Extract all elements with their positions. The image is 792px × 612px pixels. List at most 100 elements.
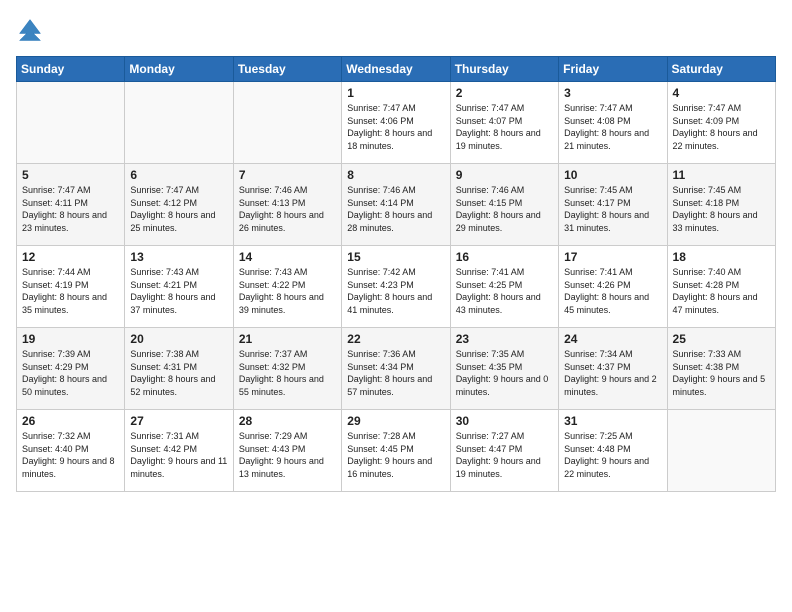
day-number: 30: [456, 414, 553, 428]
day-info: Sunrise: 7:47 AM Sunset: 4:07 PM Dayligh…: [456, 102, 553, 152]
calendar-day-header: Sunday: [17, 57, 125, 82]
calendar-cell: 15 Sunrise: 7:42 AM Sunset: 4:23 PM Dayli…: [342, 246, 450, 328]
day-number: 27: [130, 414, 227, 428]
calendar-day-header: Saturday: [667, 57, 775, 82]
calendar-cell: 8 Sunrise: 7:46 AM Sunset: 4:14 PM Daylig…: [342, 164, 450, 246]
calendar-cell: 12 Sunrise: 7:44 AM Sunset: 4:19 PM Dayli…: [17, 246, 125, 328]
calendar-cell: 18 Sunrise: 7:40 AM Sunset: 4:28 PM Dayli…: [667, 246, 775, 328]
day-info: Sunrise: 7:42 AM Sunset: 4:23 PM Dayligh…: [347, 266, 444, 316]
logo: [16, 16, 48, 44]
day-number: 24: [564, 332, 661, 346]
calendar-cell: 20 Sunrise: 7:38 AM Sunset: 4:31 PM Dayli…: [125, 328, 233, 410]
day-info: Sunrise: 7:31 AM Sunset: 4:42 PM Dayligh…: [130, 430, 227, 480]
calendar-cell: 4 Sunrise: 7:47 AM Sunset: 4:09 PM Daylig…: [667, 82, 775, 164]
day-info: Sunrise: 7:37 AM Sunset: 4:32 PM Dayligh…: [239, 348, 336, 398]
calendar-cell: 27 Sunrise: 7:31 AM Sunset: 4:42 PM Dayli…: [125, 410, 233, 492]
calendar-cell: 26 Sunrise: 7:32 AM Sunset: 4:40 PM Dayli…: [17, 410, 125, 492]
calendar-cell: 28Sunrise: 7:29 AM Sunset: 4:43 PM Dayli…: [233, 410, 341, 492]
day-info: Sunrise: 7:47 AM Sunset: 4:08 PM Dayligh…: [564, 102, 661, 152]
day-number: 20: [130, 332, 227, 346]
day-info: Sunrise: 7:47 AM Sunset: 4:09 PM Dayligh…: [673, 102, 770, 152]
day-info: Sunrise: 7:47 AM Sunset: 4:12 PM Dayligh…: [130, 184, 227, 234]
day-info: Sunrise: 7:40 AM Sunset: 4:28 PM Dayligh…: [673, 266, 770, 316]
calendar-cell: 5 Sunrise: 7:47 AM Sunset: 4:11 PM Daylig…: [17, 164, 125, 246]
day-number: 13: [130, 250, 227, 264]
day-info: Sunrise: 7:46 AM Sunset: 4:14 PM Dayligh…: [347, 184, 444, 234]
day-number: 22: [347, 332, 444, 346]
day-number: 29: [347, 414, 444, 428]
calendar-day-header: Tuesday: [233, 57, 341, 82]
calendar-cell: 23 Sunrise: 7:35 AM Sunset: 4:35 PM Dayli…: [450, 328, 558, 410]
calendar-cell: [233, 82, 341, 164]
day-info: Sunrise: 7:41 AM Sunset: 4:25 PM Dayligh…: [456, 266, 553, 316]
calendar-cell: 10Sunrise: 7:45 AM Sunset: 4:17 PM Dayli…: [559, 164, 667, 246]
calendar-cell: 11Sunrise: 7:45 AM Sunset: 4:18 PM Dayli…: [667, 164, 775, 246]
calendar-cell: 19Sunrise: 7:39 AM Sunset: 4:29 PM Dayli…: [17, 328, 125, 410]
day-info: Sunrise: 7:35 AM Sunset: 4:35 PM Dayligh…: [456, 348, 553, 398]
day-info: Sunrise: 7:46 AM Sunset: 4:15 PM Dayligh…: [456, 184, 553, 234]
day-info: Sunrise: 7:46 AM Sunset: 4:13 PM Dayligh…: [239, 184, 336, 234]
day-number: 21: [239, 332, 336, 346]
calendar-cell: 1 Sunrise: 7:47 AM Sunset: 4:06 PM Daylig…: [342, 82, 450, 164]
calendar-cell: 14 Sunrise: 7:43 AM Sunset: 4:22 PM Dayli…: [233, 246, 341, 328]
calendar-table: SundayMondayTuesdayWednesdayThursdayFrid…: [16, 56, 776, 492]
calendar-cell: 3 Sunrise: 7:47 AM Sunset: 4:08 PM Daylig…: [559, 82, 667, 164]
calendar-week-row: 5 Sunrise: 7:47 AM Sunset: 4:11 PM Daylig…: [17, 164, 776, 246]
day-number: 14: [239, 250, 336, 264]
calendar-cell: 21 Sunrise: 7:37 AM Sunset: 4:32 PM Dayli…: [233, 328, 341, 410]
calendar-cell: 17 Sunrise: 7:41 AM Sunset: 4:26 PM Dayli…: [559, 246, 667, 328]
day-number: 28: [239, 414, 336, 428]
day-info: Sunrise: 7:36 AM Sunset: 4:34 PM Dayligh…: [347, 348, 444, 398]
calendar-week-row: 1 Sunrise: 7:47 AM Sunset: 4:06 PM Daylig…: [17, 82, 776, 164]
day-number: 3: [564, 86, 661, 100]
calendar-cell: 16Sunrise: 7:41 AM Sunset: 4:25 PM Dayli…: [450, 246, 558, 328]
day-number: 18: [673, 250, 770, 264]
day-number: 7: [239, 168, 336, 182]
day-info: Sunrise: 7:41 AM Sunset: 4:26 PM Dayligh…: [564, 266, 661, 316]
calendar-day-header: Friday: [559, 57, 667, 82]
day-number: 1: [347, 86, 444, 100]
day-number: 26: [22, 414, 119, 428]
calendar-day-header: Wednesday: [342, 57, 450, 82]
calendar-cell: [667, 410, 775, 492]
logo-icon: [16, 16, 44, 44]
day-number: 15: [347, 250, 444, 264]
day-number: 10: [564, 168, 661, 182]
day-info: Sunrise: 7:43 AM Sunset: 4:22 PM Dayligh…: [239, 266, 336, 316]
calendar-cell: 13Sunrise: 7:43 AM Sunset: 4:21 PM Dayli…: [125, 246, 233, 328]
day-info: Sunrise: 7:28 AM Sunset: 4:45 PM Dayligh…: [347, 430, 444, 480]
calendar-cell: 6Sunrise: 7:47 AM Sunset: 4:12 PM Daylig…: [125, 164, 233, 246]
calendar-cell: 22 Sunrise: 7:36 AM Sunset: 4:34 PM Dayli…: [342, 328, 450, 410]
calendar-week-row: 19Sunrise: 7:39 AM Sunset: 4:29 PM Dayli…: [17, 328, 776, 410]
calendar-cell: 7 Sunrise: 7:46 AM Sunset: 4:13 PM Daylig…: [233, 164, 341, 246]
day-number: 12: [22, 250, 119, 264]
day-number: 5: [22, 168, 119, 182]
day-number: 8: [347, 168, 444, 182]
calendar-cell: 2 Sunrise: 7:47 AM Sunset: 4:07 PM Daylig…: [450, 82, 558, 164]
day-info: Sunrise: 7:45 AM Sunset: 4:18 PM Dayligh…: [673, 184, 770, 234]
calendar-cell: 29 Sunrise: 7:28 AM Sunset: 4:45 PM Dayli…: [342, 410, 450, 492]
calendar-cell: 25Sunrise: 7:33 AM Sunset: 4:38 PM Dayli…: [667, 328, 775, 410]
day-info: Sunrise: 7:38 AM Sunset: 4:31 PM Dayligh…: [130, 348, 227, 398]
calendar-cell: 24 Sunrise: 7:34 AM Sunset: 4:37 PM Dayli…: [559, 328, 667, 410]
day-info: Sunrise: 7:25 AM Sunset: 4:48 PM Dayligh…: [564, 430, 661, 480]
page-header: [16, 16, 776, 44]
calendar-cell: 9Sunrise: 7:46 AM Sunset: 4:15 PM Daylig…: [450, 164, 558, 246]
page-container: SundayMondayTuesdayWednesdayThursdayFrid…: [0, 0, 792, 502]
day-number: 2: [456, 86, 553, 100]
calendar-week-row: 12 Sunrise: 7:44 AM Sunset: 4:19 PM Dayli…: [17, 246, 776, 328]
calendar-day-header: Monday: [125, 57, 233, 82]
day-info: Sunrise: 7:47 AM Sunset: 4:11 PM Dayligh…: [22, 184, 119, 234]
day-info: Sunrise: 7:32 AM Sunset: 4:40 PM Dayligh…: [22, 430, 119, 480]
day-number: 17: [564, 250, 661, 264]
calendar-cell: [17, 82, 125, 164]
calendar-cell: 30Sunrise: 7:27 AM Sunset: 4:47 PM Dayli…: [450, 410, 558, 492]
day-info: Sunrise: 7:34 AM Sunset: 4:37 PM Dayligh…: [564, 348, 661, 398]
day-number: 23: [456, 332, 553, 346]
day-info: Sunrise: 7:47 AM Sunset: 4:06 PM Dayligh…: [347, 102, 444, 152]
day-info: Sunrise: 7:44 AM Sunset: 4:19 PM Dayligh…: [22, 266, 119, 316]
day-info: Sunrise: 7:33 AM Sunset: 4:38 PM Dayligh…: [673, 348, 770, 398]
day-number: 4: [673, 86, 770, 100]
calendar-day-header: Thursday: [450, 57, 558, 82]
calendar-header-row: SundayMondayTuesdayWednesdayThursdayFrid…: [17, 57, 776, 82]
